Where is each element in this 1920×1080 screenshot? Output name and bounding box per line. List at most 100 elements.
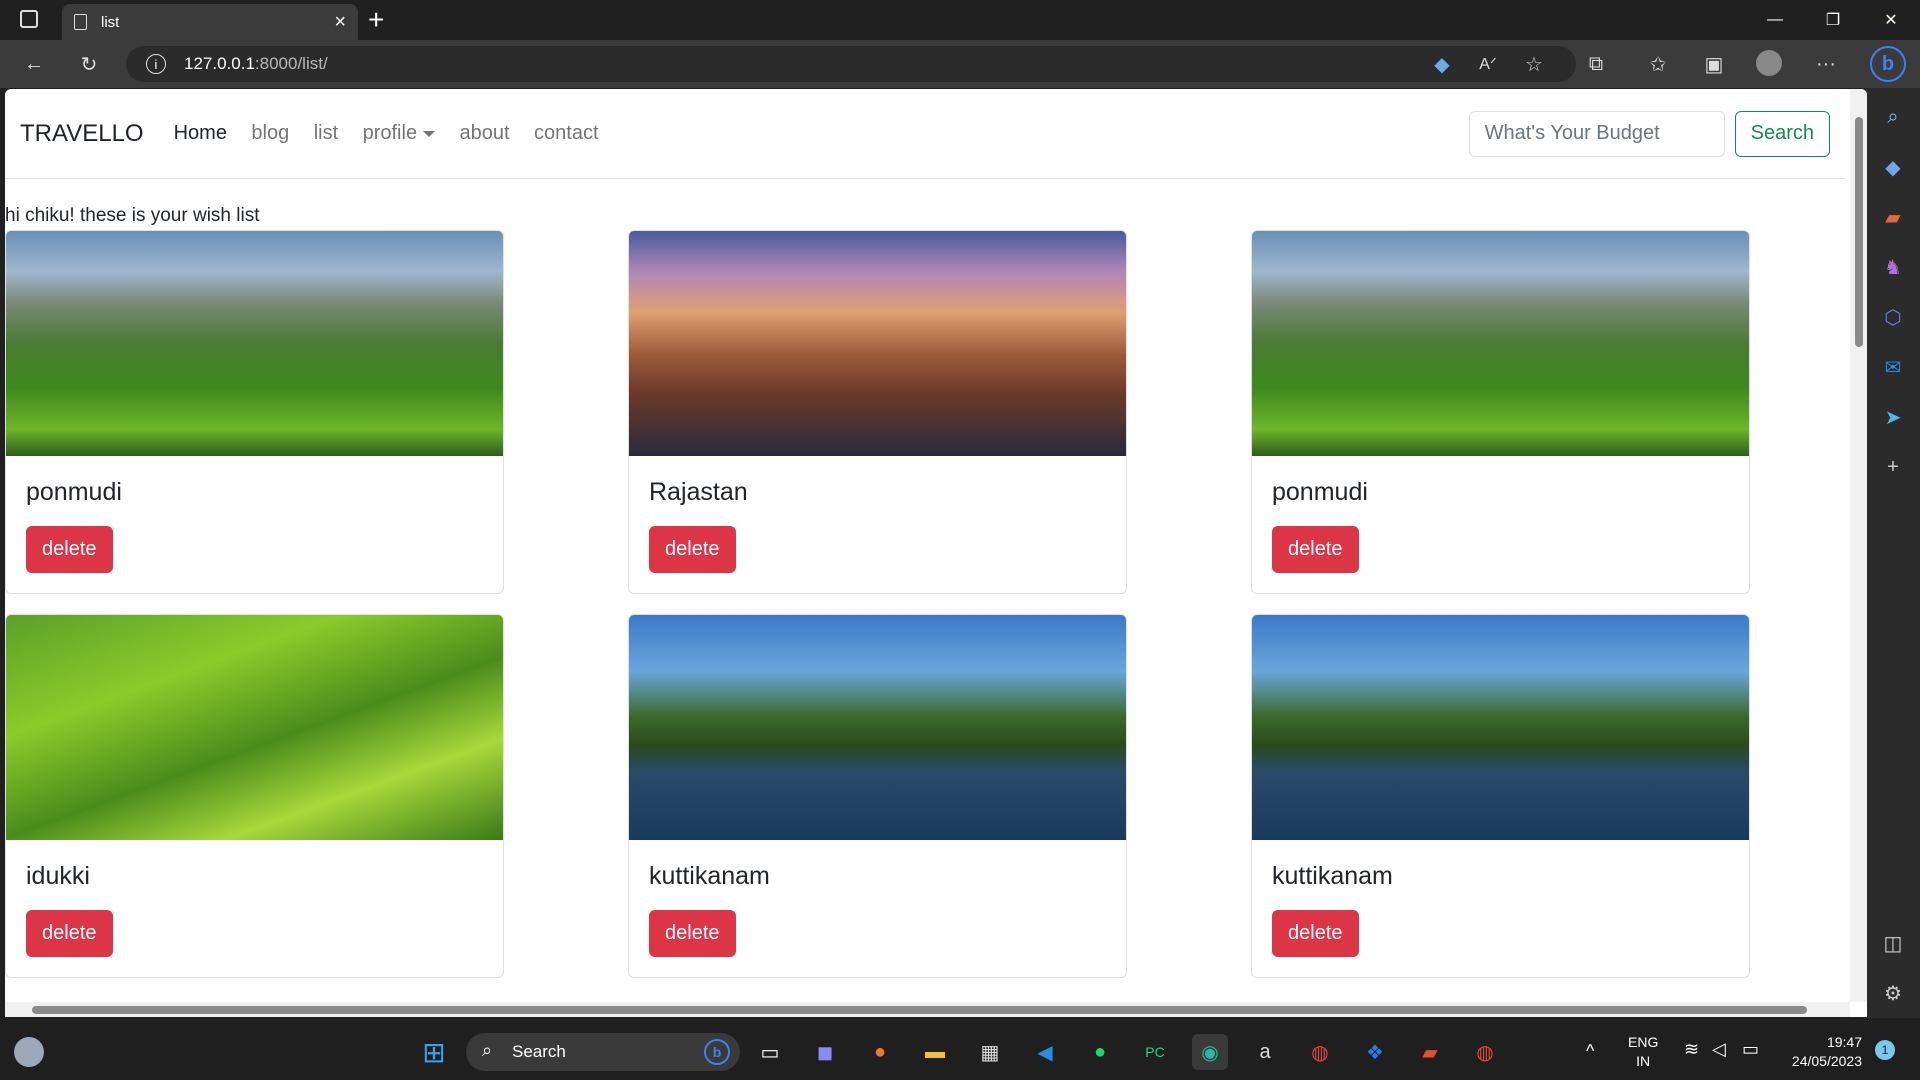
read-aloud-icon[interactable]: Aᐟ bbox=[1474, 50, 1502, 78]
delete-button[interactable]: delete bbox=[649, 526, 736, 573]
show-hidden-icons[interactable]: ^ bbox=[1586, 1042, 1594, 1061]
nav-link-about[interactable]: about bbox=[460, 122, 510, 144]
pycharm-icon[interactable]: PC bbox=[1137, 1034, 1173, 1070]
language-code: ENG bbox=[1628, 1034, 1659, 1050]
tab-title: list bbox=[101, 13, 120, 31]
hide-sidebar-icon[interactable]: ◫ bbox=[1878, 928, 1908, 958]
delete-button[interactable]: delete bbox=[649, 910, 736, 957]
outlook-icon[interactable]: ✉ bbox=[1878, 352, 1908, 382]
horizontal-scroll-thumb[interactable] bbox=[32, 1006, 1807, 1014]
browser-tab[interactable]: list × bbox=[62, 4, 358, 40]
tab-close-icon[interactable]: × bbox=[334, 11, 346, 34]
site-brand[interactable]: TRAVELLO bbox=[20, 120, 144, 148]
taskbar-search-label: Search bbox=[512, 1042, 566, 1061]
clock[interactable]: 19:47 24/05/2023 bbox=[1782, 1033, 1862, 1071]
browser-titlebar: list × + — ❐ ✕ bbox=[0, 0, 1920, 40]
volume-icon[interactable]: ◁ bbox=[1712, 1040, 1726, 1059]
powerpoint-icon[interactable]: ▰ bbox=[1412, 1034, 1448, 1070]
chrome-icon[interactable]: ◍ bbox=[1302, 1034, 1338, 1070]
delete-button[interactable]: delete bbox=[26, 526, 113, 573]
games-icon[interactable]: ♞ bbox=[1878, 252, 1908, 282]
destination-title: kuttikanam bbox=[1272, 862, 1393, 890]
language-indicator[interactable]: ENG IN bbox=[1628, 1033, 1658, 1071]
battery-icon[interactable]: ▭ bbox=[1742, 1040, 1759, 1059]
delete-button[interactable]: delete bbox=[1272, 910, 1359, 957]
back-icon[interactable]: ← bbox=[20, 50, 48, 78]
coupon-icon[interactable]: ◆ bbox=[1428, 50, 1456, 78]
dropbox-icon[interactable]: ❖ bbox=[1357, 1034, 1393, 1070]
teams-icon[interactable]: ◼ bbox=[807, 1034, 843, 1070]
chevron-down-icon bbox=[423, 130, 436, 137]
chrome-profile-icon[interactable]: ◍ bbox=[1467, 1034, 1503, 1070]
wifi-icon[interactable]: ≋ bbox=[1684, 1040, 1699, 1059]
budget-search-input[interactable] bbox=[1468, 110, 1725, 157]
bing-icon: b bbox=[704, 1039, 730, 1065]
destination-title: kuttikanam bbox=[649, 862, 770, 890]
site-info-icon[interactable]: i bbox=[146, 54, 166, 74]
page-icon bbox=[74, 14, 87, 30]
horizontal-scrollbar[interactable] bbox=[5, 1002, 1850, 1017]
wishlist-card: ponmudi delete bbox=[5, 230, 504, 594]
date: 24/05/2023 bbox=[1791, 1053, 1862, 1069]
wishlist-greeting: hi chiku! these is your wish list bbox=[5, 205, 260, 226]
tab-actions-icon[interactable] bbox=[20, 10, 38, 28]
delete-button[interactable]: delete bbox=[26, 910, 113, 957]
address-host: 127.0.0.1 bbox=[184, 54, 255, 73]
notification-badge[interactable]: 1 bbox=[1875, 1040, 1895, 1060]
nav-link-blog[interactable]: blog bbox=[251, 122, 289, 144]
start-icon[interactable]: ⊞ bbox=[416, 1034, 452, 1070]
region-code: IN bbox=[1636, 1053, 1651, 1069]
new-tab-button[interactable]: + bbox=[368, 4, 384, 36]
task-view-icon[interactable]: ▭ bbox=[752, 1034, 788, 1070]
wishlist-card: kuttikanam delete bbox=[1251, 614, 1750, 978]
nav-link-home[interactable]: Home bbox=[174, 122, 227, 144]
minimize-button[interactable]: — bbox=[1746, 0, 1804, 40]
favorites-icon[interactable]: ✩ bbox=[1644, 50, 1672, 78]
drop-icon[interactable]: ➤ bbox=[1878, 402, 1908, 432]
web-page: TRAVELLO Home blog list profile about co… bbox=[5, 89, 1867, 1017]
firefox-icon[interactable]: ● bbox=[862, 1034, 898, 1070]
address-bar[interactable]: i 127.0.0.1:8000/list/ bbox=[126, 46, 1576, 82]
refresh-icon[interactable]: ↻ bbox=[75, 50, 103, 78]
search-button[interactable]: Search bbox=[1734, 110, 1830, 157]
nav-link-profile[interactable]: profile bbox=[362, 122, 436, 144]
nav-link-contact[interactable]: contact bbox=[534, 122, 598, 144]
microsoft-365-icon[interactable]: ⬡ bbox=[1878, 302, 1908, 332]
settings-icon[interactable]: ⚙ bbox=[1878, 978, 1908, 1008]
nav-link-list[interactable]: list bbox=[314, 122, 338, 144]
vertical-scrollbar[interactable] bbox=[1850, 89, 1867, 1002]
bing-copilot-icon[interactable]: b bbox=[1870, 46, 1906, 82]
wishlist-card: Rajastan delete bbox=[628, 230, 1127, 594]
destination-title: Rajastan bbox=[649, 478, 748, 506]
address-path: :8000/list/ bbox=[254, 54, 328, 73]
profile-label: profile bbox=[362, 122, 418, 144]
store-icon[interactable]: ▦ bbox=[972, 1034, 1008, 1070]
edge-sidebar: ⌕ ◆ ▰ ♞ ⬡ ✉ ➤ + ◫ ⚙ bbox=[1865, 88, 1920, 1018]
restore-button[interactable]: ❐ bbox=[1804, 0, 1862, 40]
amazon-icon[interactable]: a bbox=[1247, 1034, 1283, 1070]
add-favorite-icon[interactable]: ☆ bbox=[1520, 50, 1548, 78]
destination-image bbox=[6, 615, 503, 840]
extensions-icon[interactable]: ⧉ bbox=[1582, 50, 1610, 78]
shopping-icon[interactable]: ◆ bbox=[1878, 152, 1908, 182]
weather-icon[interactable] bbox=[14, 1037, 44, 1067]
vertical-scroll-thumb[interactable] bbox=[1855, 117, 1863, 347]
destination-image bbox=[629, 615, 1126, 840]
profile-avatar[interactable] bbox=[1756, 50, 1782, 76]
site-navbar: TRAVELLO Home blog list profile about co… bbox=[5, 89, 1845, 179]
search-icon[interactable]: ⌕ bbox=[1878, 102, 1908, 132]
destination-image bbox=[6, 231, 503, 456]
destination-title: ponmudi bbox=[26, 478, 122, 506]
destination-image bbox=[1252, 615, 1749, 840]
close-window-button[interactable]: ✕ bbox=[1862, 0, 1920, 40]
collections-icon[interactable]: ▣ bbox=[1700, 50, 1728, 78]
tools-icon[interactable]: ▰ bbox=[1878, 202, 1908, 232]
file-explorer-icon[interactable]: ▬ bbox=[917, 1034, 953, 1070]
taskbar-search[interactable]: ⌕ Search b bbox=[466, 1033, 740, 1071]
vscode-icon[interactable]: ◀ bbox=[1027, 1034, 1063, 1070]
spotify-icon[interactable]: ● bbox=[1082, 1034, 1118, 1070]
more-menu-icon[interactable]: ··· bbox=[1812, 50, 1840, 78]
add-icon[interactable]: + bbox=[1878, 452, 1908, 482]
edge-icon[interactable]: ◉ bbox=[1192, 1034, 1228, 1070]
delete-button[interactable]: delete bbox=[1272, 526, 1359, 573]
